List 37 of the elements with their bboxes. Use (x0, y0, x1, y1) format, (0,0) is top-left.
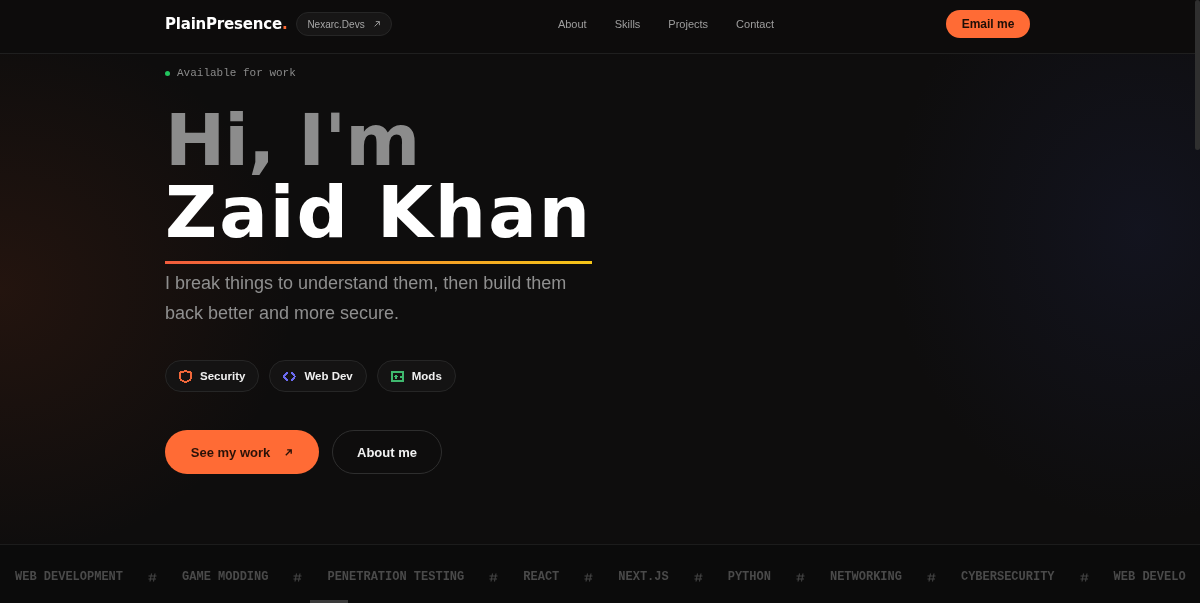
nav-link[interactable]: Contact (736, 18, 774, 30)
nav-link[interactable]: Skills (614, 18, 641, 30)
hash-icon (926, 572, 936, 582)
logo[interactable]: PlainPresence. (165, 15, 288, 33)
hash-icon (489, 572, 499, 582)
skill-chip: Security (165, 360, 260, 392)
skill-chip: Mods (376, 360, 456, 392)
nav-link[interactable]: Projects (668, 18, 709, 30)
marquee-item: PENETRATION TESTING (327, 570, 465, 584)
availability-status: Available for work (177, 67, 296, 79)
marquee-item: CYBERSECURITY (960, 570, 1055, 584)
name-heading: Zaid Khan (165, 176, 592, 248)
scrollbar-thumb[interactable] (1195, 0, 1200, 150)
hash-icon (693, 572, 703, 582)
marquee-item: WEB DEVELOPMENT (15, 570, 124, 584)
hash-icon (795, 572, 805, 582)
greeting-heading: Hi, I'm (165, 104, 421, 176)
tagline: I break things to understand them, then build them back better and more secure. (165, 272, 568, 325)
hash-icon (293, 572, 303, 582)
skill-chip: Web Dev (269, 360, 367, 392)
hash-icon (584, 572, 594, 582)
status-dot-icon (165, 70, 170, 76)
nav-link[interactable]: About (557, 18, 587, 30)
email-button[interactable]: Email me (946, 10, 1030, 38)
see-work-button[interactable]: See my work (165, 430, 319, 474)
hash-icon (1079, 572, 1089, 582)
arrow-icon (372, 20, 381, 28)
badge-link[interactable]: Nexarc.Devs (296, 12, 392, 36)
marquee-item: WEB DEVELO (1113, 570, 1186, 584)
arrow-icon (284, 447, 294, 457)
marquee-item: NEXT.JS (618, 570, 669, 584)
marquee-item: NETWORKING (829, 570, 902, 584)
hash-icon (148, 572, 158, 582)
marquee-item: PYTHON (727, 570, 771, 584)
scroll-indicator (310, 600, 348, 603)
marquee-item: REACT (523, 570, 560, 584)
marquee-item: GAME MODDING (182, 570, 269, 584)
